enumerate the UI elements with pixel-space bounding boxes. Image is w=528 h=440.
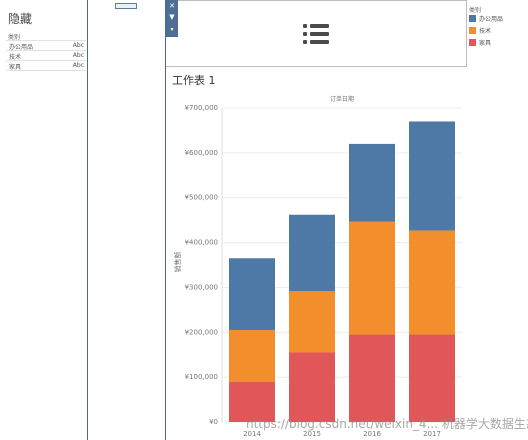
bar-segment <box>229 258 275 331</box>
watermark-text: https://blog.csdn.net/weixin_4... 机器学大数据… <box>246 417 528 431</box>
y-tick-label: ¥600,000 <box>185 149 218 157</box>
bar-segment <box>349 221 395 335</box>
y-tick-label: ¥0 <box>209 418 218 426</box>
bar-segment <box>409 334 455 422</box>
bar-segment <box>409 121 455 231</box>
y-tick-label: ¥400,000 <box>185 239 218 247</box>
bar-segment <box>349 334 395 422</box>
stacked-bar-chart: ¥0 ¥100,000 ¥200,000 ¥300,000 ¥400,000 ¥500,0… <box>173 95 462 438</box>
y-tick-label: ¥100,000 <box>185 373 218 381</box>
y-tick-label: ¥500,000 <box>185 194 218 202</box>
bar-segment <box>409 230 455 335</box>
bar-segment <box>289 214 335 292</box>
y-tick-label: ¥200,000 <box>185 328 218 336</box>
y-tick-label: ¥700,000 <box>185 104 218 112</box>
bar-segment <box>349 143 395 222</box>
y-tick-label: ¥300,000 <box>185 283 218 291</box>
bar-segment <box>289 291 335 353</box>
bar-segment <box>289 352 335 422</box>
chart-title: 订单日期 <box>330 95 354 103</box>
bar-segment <box>229 330 275 382</box>
y-axis-label: 销售额 <box>173 252 182 273</box>
